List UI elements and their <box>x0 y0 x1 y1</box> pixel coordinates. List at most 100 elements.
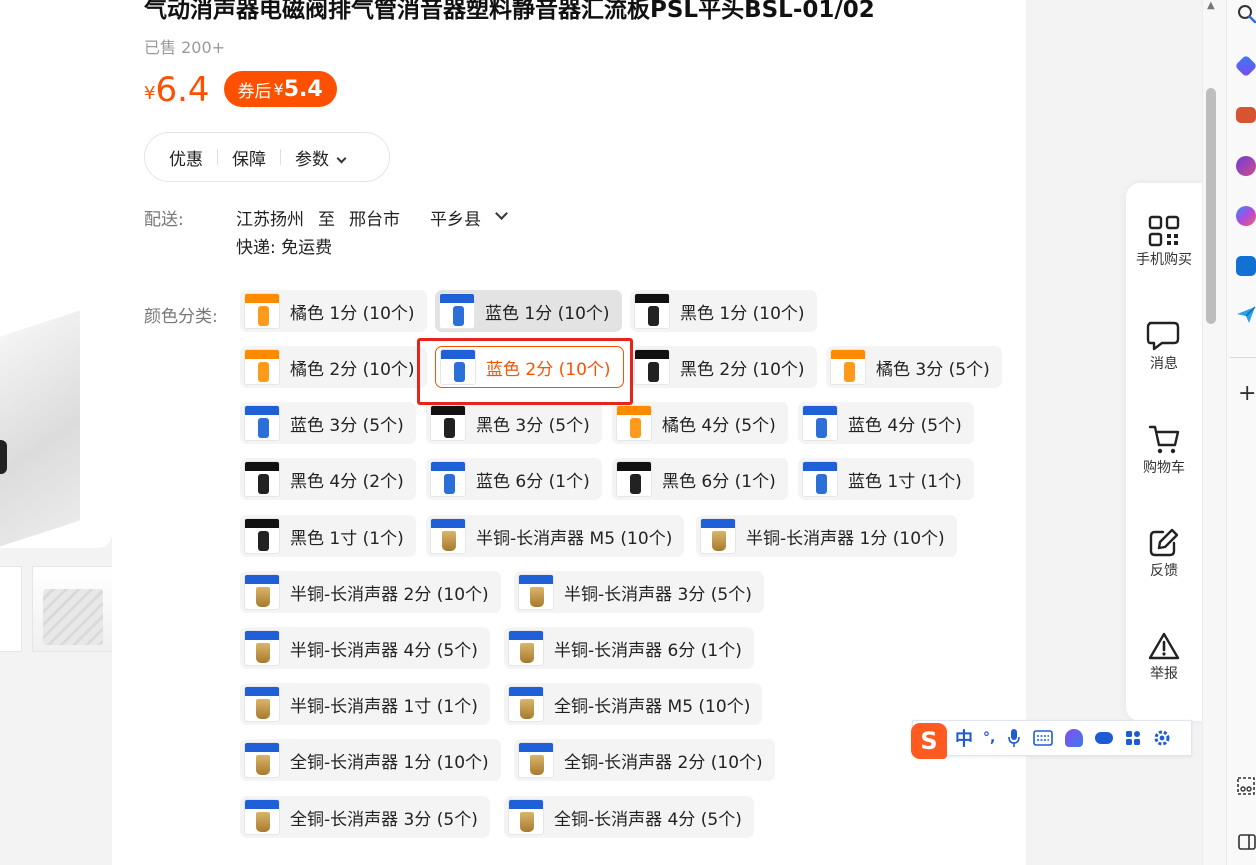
search-icon[interactable] <box>1237 4 1256 24</box>
sku-option[interactable]: 黑色 1分 (10个) <box>630 290 817 332</box>
sku-option-label: 蓝色 1分 (10个) <box>485 303 610 324</box>
settings-icon[interactable] <box>1153 729 1171 747</box>
sku-option[interactable]: 全铜-长消声器 4分 (5个) <box>504 796 754 838</box>
sku-option-label: 黑色 2分 (10个) <box>680 359 805 380</box>
sku-option[interactable]: 全铜-长消声器 M5 (10个) <box>504 683 763 725</box>
sku-swatch-image <box>244 405 280 441</box>
sku-option[interactable]: 黑色 6分 (1个) <box>612 458 788 500</box>
sku-option[interactable]: 蓝色 2分 (10个) <box>435 346 624 388</box>
sku-option-label: 蓝色 2分 (10个) <box>486 359 611 380</box>
sku-option[interactable]: 半铜-长消声器 4分 (5个) <box>240 627 490 669</box>
sku-swatch-image <box>508 799 544 835</box>
send-icon[interactable] <box>1236 306 1256 324</box>
sku-swatch-image <box>616 461 652 497</box>
sku-option[interactable]: 黑色 1寸 (1个) <box>240 515 416 557</box>
sku-option[interactable]: 半铜-长消声器 3分 (5个) <box>514 571 764 613</box>
chevron-down-icon[interactable] <box>495 207 508 220</box>
main-product-image[interactable] <box>0 0 112 548</box>
sidebar-divider <box>1230 357 1256 358</box>
sku-option[interactable]: 黑色 3分 (5个) <box>426 402 602 444</box>
feedback-icon <box>1149 528 1179 557</box>
ime-mode-toggle[interactable]: 中 <box>955 725 973 751</box>
sku-swatch-image <box>508 630 544 666</box>
sku-option[interactable]: 橘色 2分 (10个) <box>240 346 427 388</box>
shipping-route: 江苏扬州 至 邢台市 平乡县 <box>236 205 520 230</box>
sku-option[interactable]: 蓝色 4分 (5个) <box>798 402 974 444</box>
sku-option-label: 蓝色 4分 (5个) <box>848 415 962 436</box>
sku-option[interactable]: 半铜-长消声器 1分 (10个) <box>696 515 957 557</box>
microphone-icon[interactable] <box>1007 728 1021 748</box>
sku-option[interactable]: 橘色 1分 (10个) <box>240 290 427 332</box>
outlook-icon[interactable] <box>1236 256 1256 276</box>
sku-option-label: 半铜-长消声器 4分 (5个) <box>290 640 478 661</box>
coupon-price-badge: 券后 ¥ 5.4 <box>223 71 337 107</box>
sku-option[interactable]: 半铜-长消声器 M5 (10个) <box>426 515 685 557</box>
apps-grid-icon[interactable] <box>1125 730 1141 746</box>
shipping-origin: 江苏扬州 <box>236 210 304 230</box>
copilot-icon[interactable] <box>1236 206 1256 226</box>
toolbox-icon[interactable] <box>1236 107 1256 123</box>
sku-option-label: 黑色 1寸 (1个) <box>290 528 404 549</box>
shipping-to-word: 至 <box>318 210 335 230</box>
shipping-label: 配送: <box>144 210 184 230</box>
cart-button[interactable]: 购物车 <box>1126 423 1202 477</box>
sku-option[interactable]: 蓝色 1分 (10个) <box>435 290 622 332</box>
sku-option[interactable]: 蓝色 6分 (1个) <box>426 458 602 500</box>
sku-option[interactable]: 半铜-长消声器 1寸 (1个) <box>240 683 490 725</box>
thumbnail-image <box>43 589 103 645</box>
tab-discount[interactable]: 优惠 <box>169 145 203 170</box>
shipping-county[interactable]: 平乡县 <box>430 205 481 230</box>
scroll-up-arrow-icon[interactable]: ▲ <box>1207 0 1215 11</box>
report-button[interactable]: 举报 <box>1126 631 1202 683</box>
tab-params[interactable]: 参数 <box>295 145 347 170</box>
sku-swatch-image <box>830 349 866 385</box>
sku-option-label: 橘色 2分 (10个) <box>290 359 415 380</box>
sold-count: 已售 200+ <box>144 38 226 57</box>
ime-punct-toggle[interactable]: °, <box>983 730 995 746</box>
sku-option[interactable]: 全铜-长消声器 2分 (10个) <box>514 739 775 781</box>
keyboard-icon[interactable] <box>1033 730 1054 746</box>
sku-option[interactable]: 橘色 3分 (5个) <box>826 346 1002 388</box>
sku-option[interactable]: 黑色 4分 (2个) <box>240 458 416 500</box>
sku-swatch-image <box>244 349 280 385</box>
ime-logo-icon[interactable]: S <box>911 723 947 759</box>
coupon-label: 券后 <box>237 81 272 102</box>
user-icon[interactable] <box>1236 156 1256 176</box>
mobile-buy-button[interactable]: 手机购买 <box>1126 215 1202 269</box>
sku-option-label: 半铜-长消声器 1寸 (1个) <box>290 696 478 717</box>
mobile-buy-label: 手机购买 <box>1136 252 1192 268</box>
sku-option[interactable]: 黑色 2分 (10个) <box>630 346 817 388</box>
sku-option[interactable]: 半铜-长消声器 2分 (10个) <box>240 571 501 613</box>
sku-option[interactable]: 蓝色 1寸 (1个) <box>798 458 974 500</box>
feedback-button[interactable]: 反馈 <box>1126 526 1202 580</box>
tab-guarantee[interactable]: 保障 <box>232 145 266 170</box>
thumbnail-2[interactable] <box>32 566 116 652</box>
thumbnail-1[interactable] <box>0 566 22 652</box>
floating-toolbar: 手机购买 消息 购物车 反馈 举报 <box>1126 183 1202 721</box>
shipping-city[interactable]: 邢台市 <box>349 205 400 230</box>
add-icon[interactable]: + <box>1238 383 1256 405</box>
feedback-label: 反馈 <box>1150 563 1178 579</box>
chevron-down-icon <box>336 153 347 163</box>
sku-option[interactable]: 半铜-长消声器 6分 (1个) <box>504 627 754 669</box>
sku-swatch-image <box>440 349 476 385</box>
sku-option-label: 橘色 4分 (5个) <box>662 415 776 436</box>
scrollbar-thumb[interactable] <box>1206 88 1216 324</box>
sku-option[interactable]: 全铜-长消声器 3分 (5个) <box>240 796 490 838</box>
sku-swatch-image <box>244 518 280 554</box>
sku-option-label: 黑色 4分 (2个) <box>290 471 404 492</box>
message-button[interactable]: 消息 <box>1126 319 1202 373</box>
sku-option[interactable]: 橘色 4分 (5个) <box>612 402 788 444</box>
screenshot-icon[interactable] <box>1237 777 1255 795</box>
image-gallery <box>0 0 116 865</box>
sku-swatch-image <box>430 461 466 497</box>
sku-option[interactable]: 全铜-长消声器 1分 (10个) <box>240 739 501 781</box>
coupon-value: 5.4 <box>283 76 323 102</box>
gamepad-icon[interactable] <box>1095 732 1114 744</box>
price-row: ¥ 6.4 券后 ¥ 5.4 <box>144 68 337 110</box>
sku-option-label: 蓝色 6分 (1个) <box>476 471 590 492</box>
sidebar-toggle-icon[interactable] <box>1238 834 1256 850</box>
skin-icon[interactable] <box>1065 729 1084 747</box>
sku-option-label: 黑色 1分 (10个) <box>680 303 805 324</box>
sku-option[interactable]: 蓝色 3分 (5个) <box>240 402 416 444</box>
